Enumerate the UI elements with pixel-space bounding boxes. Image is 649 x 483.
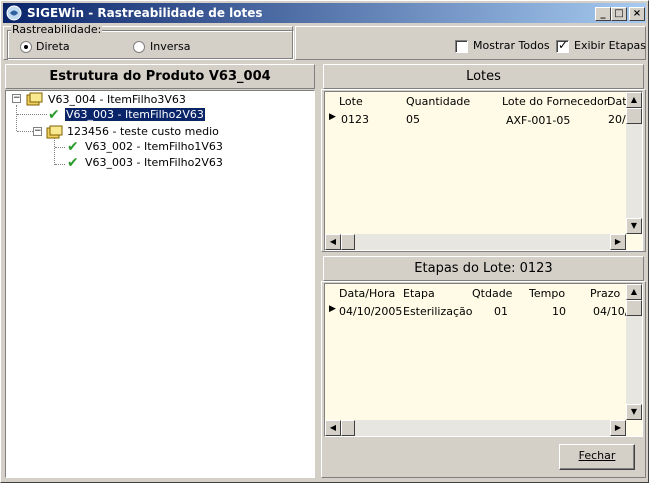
direta-label[interactable]: Direta bbox=[36, 40, 70, 53]
scroll-down-icon[interactable]: ▼ bbox=[626, 404, 642, 420]
lotes-cell[interactable]: AXF-001-05 bbox=[506, 114, 570, 127]
etapas-col-prazo[interactable]: Prazo bbox=[590, 287, 620, 300]
scroll-thumb[interactable] bbox=[341, 420, 355, 436]
etapas-cell[interactable]: 04/10/ bbox=[593, 305, 628, 318]
rastreabilidade-label: Rastreabilidade: bbox=[11, 23, 103, 36]
etapas-title: Etapas do Lote: 0123 bbox=[414, 261, 553, 276]
row-indicator-icon: ▶ bbox=[329, 112, 336, 122]
scroll-right-icon[interactable]: ▶ bbox=[610, 234, 626, 250]
lotes-vscrollbar[interactable]: ▲ ▼ bbox=[626, 92, 642, 234]
checkmark-icon: ✓ bbox=[558, 38, 569, 52]
etapas-cell[interactable]: 10 bbox=[552, 305, 566, 318]
tree-line bbox=[55, 164, 65, 165]
app-icon bbox=[6, 5, 22, 21]
tree-line bbox=[16, 105, 17, 131]
etapas-col-etapa[interactable]: Etapa bbox=[403, 287, 435, 300]
tree-node-label[interactable]: V63_002 - ItemFilho1V63 bbox=[85, 140, 223, 153]
minimize-button[interactable]: _ bbox=[595, 7, 611, 21]
window-title: SIGEWin - Rastreabilidade de lotes bbox=[27, 6, 263, 20]
exibir-etapas-label[interactable]: Exibir Etapas bbox=[574, 39, 646, 52]
scroll-right-icon[interactable]: ▶ bbox=[610, 420, 626, 436]
lotes-cell[interactable]: 0123 bbox=[341, 113, 369, 126]
lot-folder-icon bbox=[46, 125, 63, 139]
tree-node-label[interactable]: V63_003 - ItemFilho2V63 bbox=[85, 156, 223, 169]
fechar-button[interactable]: Fechar bbox=[559, 444, 635, 470]
tree-node-label[interactable]: 123456 - teste custo medio bbox=[67, 125, 219, 138]
lotes-col-data[interactable]: Dat bbox=[607, 95, 627, 108]
etapas-col-datahora[interactable]: Data/Hora bbox=[339, 287, 395, 300]
tree-line bbox=[55, 147, 65, 148]
tree-node-label-selected[interactable]: V63_003 - ItemFilho2V63 bbox=[64, 107, 206, 122]
scroll-thumb[interactable] bbox=[626, 300, 642, 316]
scroll-thumb[interactable] bbox=[626, 108, 642, 124]
etapas-cell[interactable]: 04/10/2005 bbox=[339, 305, 402, 318]
etapas-cell[interactable]: Esterilização bbox=[403, 305, 473, 318]
lotes-grid[interactable]: Lote Quantidade Lote do Fornecedor Dat ▶… bbox=[324, 91, 643, 251]
etapas-vscrollbar[interactable]: ▲ ▼ bbox=[626, 284, 642, 420]
tree-node-label[interactable]: V63_004 - ItemFilho3V63 bbox=[48, 93, 186, 106]
check-icon: ✔ bbox=[48, 107, 60, 123]
lotes-cell[interactable]: 20/ bbox=[608, 113, 626, 126]
estrutura-header: Estrutura do Produto V63_004 bbox=[5, 64, 315, 89]
inversa-label[interactable]: Inversa bbox=[150, 40, 191, 53]
etapas-grid[interactable]: Data/Hora Etapa Qtdade Tempo Prazo ▶ 04/… bbox=[324, 283, 643, 437]
exibir-etapas-checkbox[interactable]: ✓ bbox=[556, 38, 569, 53]
close-button[interactable]: × bbox=[629, 7, 645, 21]
title-bar[interactable]: SIGEWin - Rastreabilidade de lotes _ □ × bbox=[3, 3, 646, 23]
tree-line bbox=[54, 137, 55, 165]
main-window: SIGEWin - Rastreabilidade de lotes _ □ ×… bbox=[0, 0, 649, 483]
etapas-col-tempo[interactable]: Tempo bbox=[529, 287, 565, 300]
lot-folder-icon bbox=[26, 92, 43, 106]
scroll-up-icon[interactable]: ▲ bbox=[626, 92, 642, 108]
scroll-down-icon[interactable]: ▼ bbox=[626, 218, 642, 234]
lotes-hscrollbar[interactable]: ◀ ▶ bbox=[325, 234, 626, 250]
lotes-col-lote[interactable]: Lote bbox=[339, 95, 363, 108]
scroll-up-icon[interactable]: ▲ bbox=[626, 284, 642, 300]
row-indicator-icon: ▶ bbox=[329, 304, 336, 314]
estrutura-title: Estrutura do Produto V63_004 bbox=[49, 69, 271, 84]
lotes-cell[interactable]: 05 bbox=[406, 113, 420, 126]
mostrar-todos-checkbox[interactable] bbox=[455, 40, 468, 53]
etapas-col-qtdade[interactable]: Qtdade bbox=[472, 287, 512, 300]
maximize-button[interactable]: □ bbox=[611, 7, 627, 21]
fechar-button-label: Fechar bbox=[578, 449, 616, 462]
scroll-left-icon[interactable]: ◀ bbox=[325, 234, 341, 250]
mostrar-todos-label[interactable]: Mostrar Todos bbox=[473, 39, 550, 52]
check-icon: ✔ bbox=[67, 139, 79, 155]
scroll-left-icon[interactable]: ◀ bbox=[325, 420, 341, 436]
etapas-hscrollbar[interactable]: ◀ ▶ bbox=[325, 420, 626, 436]
collapse-icon[interactable]: − bbox=[33, 127, 42, 136]
check-icon: ✔ bbox=[67, 155, 79, 171]
product-tree[interactable]: − V63_004 - ItemFilho3V63 ✔ V63_003 - It… bbox=[5, 90, 315, 478]
etapas-header: Etapas do Lote: 0123 bbox=[323, 256, 644, 281]
scroll-thumb[interactable] bbox=[341, 234, 355, 250]
lotes-col-quantidade[interactable]: Quantidade bbox=[406, 95, 470, 108]
lotes-header: Lotes bbox=[323, 64, 644, 89]
collapse-icon[interactable]: − bbox=[12, 94, 21, 103]
lotes-title: Lotes bbox=[466, 69, 501, 84]
lotes-col-fornecedor[interactable]: Lote do Fornecedor bbox=[502, 95, 608, 108]
direta-radio[interactable] bbox=[20, 41, 32, 53]
etapas-cell[interactable]: 01 bbox=[494, 305, 508, 318]
tree-line bbox=[17, 114, 47, 115]
inversa-radio[interactable] bbox=[133, 41, 145, 53]
